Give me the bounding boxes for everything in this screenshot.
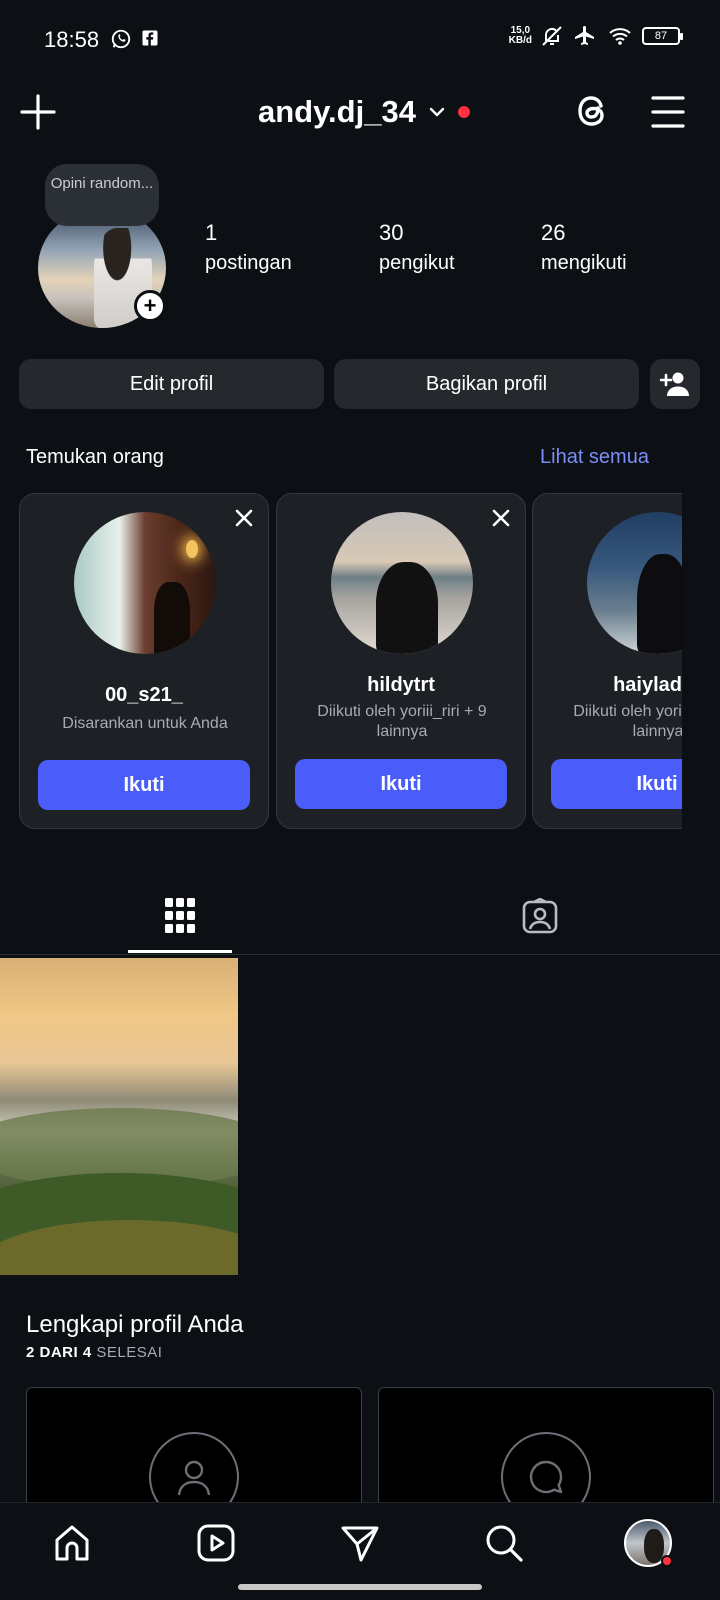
profile-header: andy.dj_34 bbox=[0, 80, 720, 170]
stat-posts-value: 1 bbox=[205, 220, 218, 245]
close-icon[interactable] bbox=[232, 506, 256, 530]
home-indicator[interactable] bbox=[238, 1584, 482, 1590]
profile-note[interactable]: Opini random... bbox=[45, 164, 159, 226]
suggestion-avatar[interactable] bbox=[74, 512, 216, 654]
battery-icon: 87 bbox=[642, 27, 683, 45]
discover-people-button[interactable] bbox=[650, 359, 700, 409]
stat-following-label: mengikuti bbox=[541, 252, 627, 274]
suggestion-subtitle: Disarankan untuk Anda bbox=[62, 715, 228, 732]
facebook-icon bbox=[142, 30, 158, 46]
active-tab-indicator bbox=[128, 950, 232, 953]
reels-icon bbox=[197, 1524, 235, 1562]
follow-button[interactable]: Ikuti bbox=[295, 759, 507, 809]
stat-posts[interactable]: 1 postingan bbox=[205, 220, 292, 275]
follow-button[interactable]: Ikuti bbox=[551, 759, 682, 809]
suggestion-name[interactable]: haiyladar bbox=[533, 674, 682, 697]
post-thumbnail[interactable] bbox=[0, 958, 238, 1275]
stat-following[interactable]: 26 mengikuti bbox=[541, 220, 627, 275]
net-speed: 15,0 KB/d bbox=[509, 26, 532, 46]
username: andy.dj_34 bbox=[258, 94, 416, 129]
tabs-divider bbox=[0, 954, 720, 955]
search-icon bbox=[486, 1525, 523, 1562]
chevron-down-icon bbox=[429, 107, 445, 117]
stat-following-value: 26 bbox=[541, 220, 566, 245]
tagged-person-icon bbox=[522, 898, 558, 934]
nav-home[interactable] bbox=[48, 1519, 96, 1567]
wifi-icon bbox=[609, 28, 631, 45]
suggestion-avatar[interactable] bbox=[587, 512, 682, 654]
add-story-plus-icon[interactable]: + bbox=[134, 290, 166, 322]
see-all-link[interactable]: Lihat semua bbox=[540, 446, 649, 469]
add-person-icon bbox=[660, 372, 689, 396]
account-switcher[interactable]: andy.dj_34 bbox=[258, 94, 470, 130]
complete-profile-title: Lengkapi profil Anda bbox=[26, 1311, 244, 1338]
grid-icon bbox=[165, 898, 195, 933]
person-icon bbox=[177, 1460, 211, 1496]
bell-muted-icon bbox=[542, 26, 562, 46]
threads-icon[interactable] bbox=[572, 90, 614, 132]
suggestion-avatar[interactable] bbox=[331, 512, 473, 654]
stat-followers-label: pengikut bbox=[379, 252, 455, 274]
progress-done-label: SELESAI bbox=[96, 1344, 163, 1361]
close-icon[interactable] bbox=[489, 506, 513, 530]
menu-icon[interactable] bbox=[650, 94, 686, 130]
nav-search[interactable] bbox=[480, 1519, 528, 1567]
suggestion-card: hildytrt Diikuti oleh yoriii_riri + 9 la… bbox=[276, 493, 526, 829]
stat-posts-label: postingan bbox=[205, 252, 292, 274]
status-app-icons bbox=[110, 28, 160, 50]
follow-button[interactable]: Ikuti bbox=[38, 760, 250, 810]
nav-reels[interactable] bbox=[192, 1519, 240, 1567]
stat-followers[interactable]: 30 pengikut bbox=[379, 220, 455, 275]
discover-title: Temukan orang bbox=[26, 446, 164, 468]
tab-posts-grid[interactable] bbox=[128, 876, 232, 956]
suggestion-card: haiyladar Diikuti oleh yoriii_riri + 9 l… bbox=[532, 493, 682, 829]
tab-tagged[interactable] bbox=[488, 876, 592, 956]
suggestion-name[interactable]: hildytrt bbox=[277, 674, 525, 697]
whatsapp-icon bbox=[111, 29, 131, 49]
nav-messages[interactable] bbox=[336, 1519, 384, 1567]
notification-dot bbox=[661, 1555, 673, 1567]
share-profile-button[interactable]: Bagikan profil bbox=[334, 359, 639, 409]
home-icon bbox=[55, 1525, 89, 1561]
status-time: 18:58 bbox=[44, 27, 100, 52]
create-plus-icon[interactable] bbox=[18, 92, 58, 132]
edit-profile-button[interactable]: Edit profil bbox=[19, 359, 324, 409]
suggestions-carousel[interactable]: 00_s21_ Disarankan untuk Anda Ikuti hild… bbox=[19, 493, 682, 829]
profile-avatar[interactable]: + bbox=[38, 208, 166, 328]
speech-bubble-icon bbox=[529, 1460, 563, 1494]
notification-dot bbox=[457, 106, 470, 118]
suggestion-subtitle: Diikuti oleh yoriii_riri + 9 lainnya bbox=[317, 703, 487, 740]
status-right-icons: 15,0 KB/d 87 bbox=[509, 24, 683, 48]
net-speed-unit: KB/d bbox=[508, 35, 532, 46]
send-paper-plane-icon bbox=[341, 1526, 379, 1562]
suggestion-name[interactable]: 00_s21_ bbox=[20, 684, 268, 707]
airplane-icon bbox=[575, 26, 594, 45]
suggestion-subtitle: Diikuti oleh yoriii_riri + 9 lainnya bbox=[573, 703, 682, 740]
complete-profile-progress: 2 DARI 4 SELESAI bbox=[26, 1344, 162, 1361]
status-bar: 18:58 15,0 KB/d 87 bbox=[0, 0, 720, 80]
progress-count: 2 DARI 4 bbox=[26, 1344, 92, 1361]
suggestion-card: 00_s21_ Disarankan untuk Anda Ikuti bbox=[19, 493, 269, 829]
stat-followers-value: 30 bbox=[379, 220, 404, 245]
